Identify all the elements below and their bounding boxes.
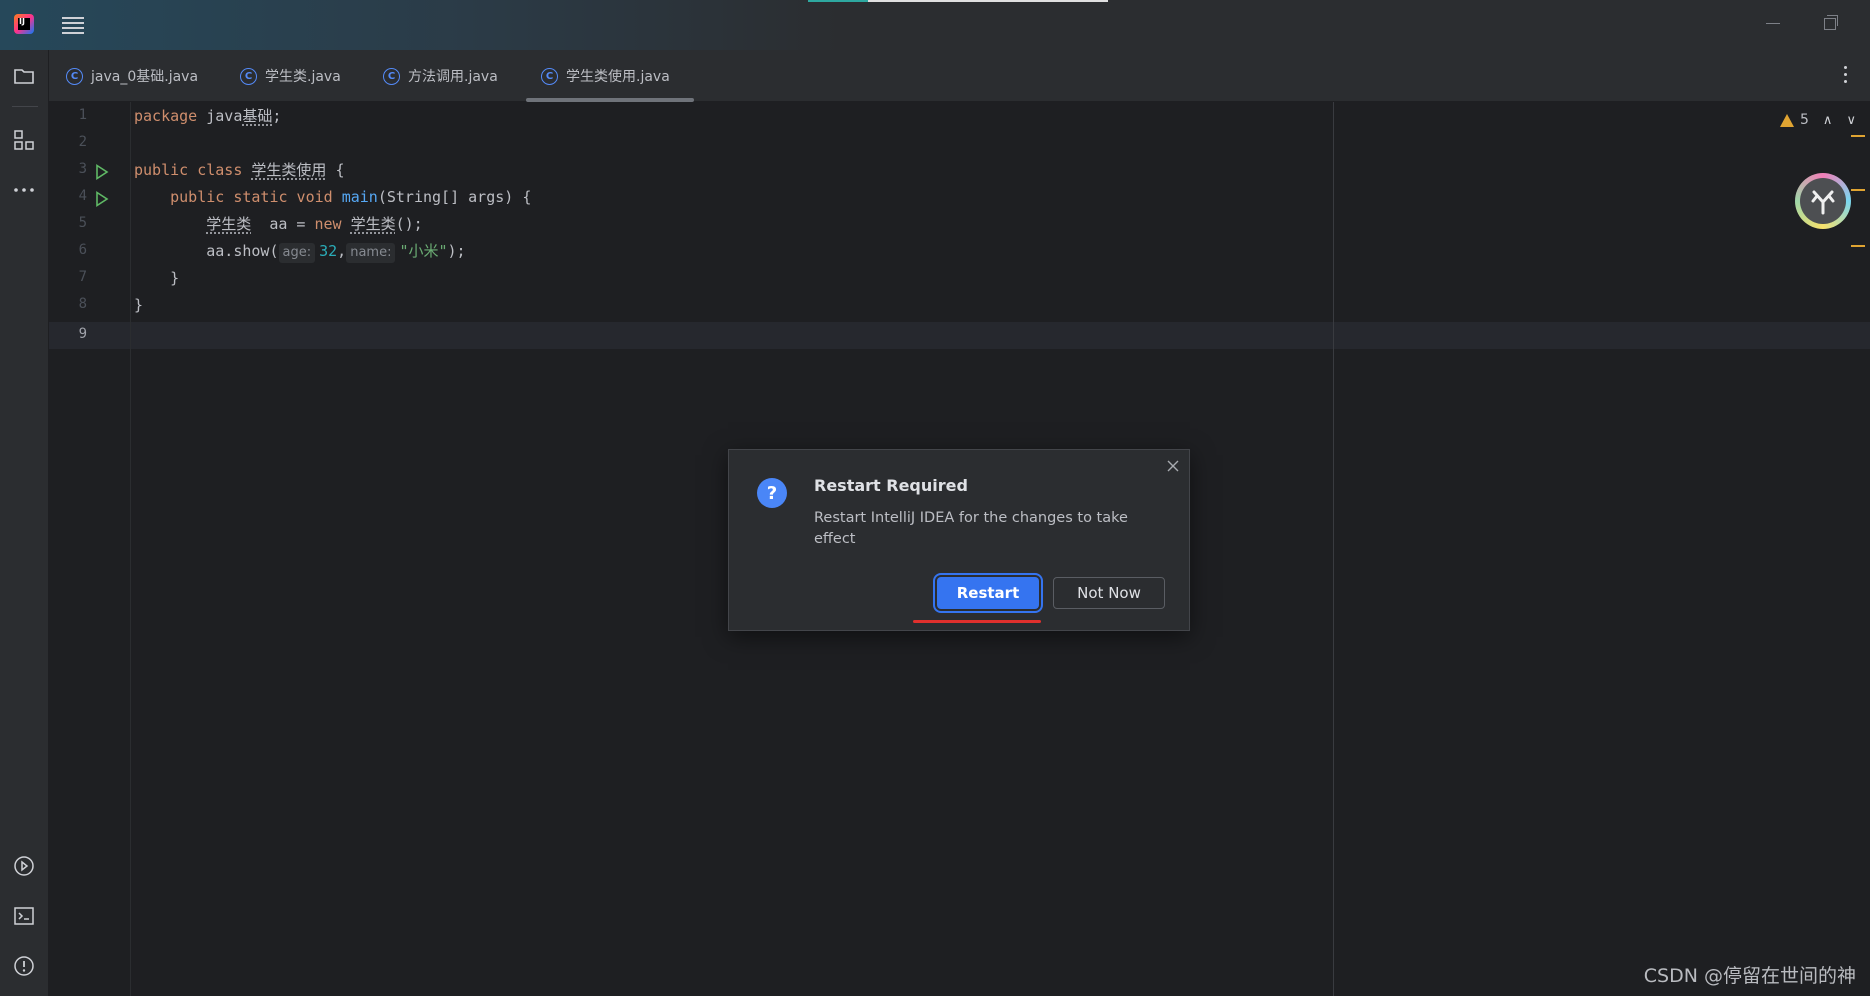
- method-call: aa.show(: [206, 242, 279, 260]
- parameter-hint: age:: [278, 243, 316, 263]
- warning-marker[interactable]: [1851, 245, 1865, 247]
- line-number: 6: [78, 242, 87, 258]
- call-end: ();: [395, 215, 423, 233]
- line-number: 7: [78, 269, 87, 285]
- tab-label: 方法调用.java: [408, 69, 498, 85]
- number-literal: 32: [319, 242, 338, 260]
- run-services-icon[interactable]: [12, 854, 36, 878]
- warning-count: 5: [1800, 112, 1809, 128]
- comma: ,: [337, 242, 347, 260]
- warning-icon: [1780, 113, 1794, 127]
- run-class-icon[interactable]: [95, 164, 109, 180]
- class-name: 学生类使用: [251, 161, 327, 179]
- plugin-avatar-icon[interactable]: [1795, 173, 1851, 229]
- package-name-cn: 基础: [242, 107, 273, 125]
- code-line-1: package java基础;: [134, 103, 281, 130]
- title-bar: IJ: [0, 0, 1870, 50]
- string-literal: "小米": [399, 242, 448, 260]
- next-highlight-icon[interactable]: ∨: [1846, 113, 1856, 128]
- tab-student-class[interactable]: C 学生类.java: [240, 50, 341, 102]
- class-icon: C: [240, 67, 257, 85]
- annotation-underline: [913, 620, 1041, 623]
- editor-tab-bar: C java_0基础.java C 学生类.java C 方法调用.java C…: [49, 50, 1870, 102]
- warning-marker[interactable]: [1851, 189, 1865, 191]
- keyword: public static void: [170, 188, 333, 206]
- code-line-7: }: [134, 265, 179, 292]
- code-line-3: public class 学生类使用 {: [134, 157, 344, 184]
- keyword: public class: [134, 161, 243, 179]
- warning-marker[interactable]: [1851, 135, 1865, 137]
- inspection-widget[interactable]: 5 ∧ ∨: [1780, 112, 1856, 128]
- structure-icon[interactable]: [12, 128, 36, 152]
- method-params: (String[] args) {: [377, 188, 532, 206]
- dialog-title: Restart Required: [814, 476, 968, 495]
- main-menu-icon[interactable]: [62, 14, 84, 34]
- code-line-8: }: [134, 292, 143, 319]
- method-name: main: [341, 188, 378, 206]
- tab-options-icon[interactable]: [1844, 66, 1848, 86]
- tab-label: java_0基础.java: [91, 69, 199, 85]
- tab-method-call[interactable]: C 方法调用.java: [383, 50, 498, 102]
- intellij-logo-icon[interactable]: IJ: [14, 14, 34, 34]
- code-line-5: 学生类 aa = new 学生类();: [134, 211, 423, 238]
- line-number: 4: [78, 188, 87, 204]
- tab-student-class-usage[interactable]: C 学生类使用.java: [526, 50, 694, 102]
- problems-icon[interactable]: [12, 954, 36, 978]
- dialog-message: Restart IntelliJ IDEA for the changes to…: [814, 510, 1128, 547]
- restart-button[interactable]: Restart: [937, 577, 1039, 609]
- progress-strip-fill: [808, 0, 868, 2]
- line-number: 5: [78, 215, 87, 231]
- constructor-name: 学生类: [350, 215, 396, 233]
- watermark: CSDN @停留在世间的神: [1643, 965, 1856, 987]
- tab-java-0-basics[interactable]: C java_0基础.java: [66, 50, 198, 102]
- more-tools-icon[interactable]: [12, 178, 36, 202]
- brace: {: [335, 161, 345, 179]
- line-number: 8: [78, 296, 87, 312]
- editor-gutter: [49, 102, 131, 996]
- not-now-button[interactable]: Not Now: [1053, 577, 1165, 609]
- restore-window-icon[interactable]: [1824, 15, 1838, 30]
- type-name: 学生类: [206, 215, 252, 233]
- class-icon: C: [541, 67, 558, 85]
- line-number-current: 9: [78, 326, 87, 342]
- variable-assign: aa =: [251, 215, 315, 233]
- code-line-6: aa.show(age: 32, name: "小米");: [134, 238, 466, 265]
- code-line-4: public static void main(String[] args) {: [134, 184, 531, 211]
- keyword: new: [314, 215, 342, 233]
- minimize-icon[interactable]: [1766, 16, 1780, 30]
- brace: }: [134, 296, 144, 314]
- current-line-highlight: [49, 322, 1870, 349]
- keyword: package: [134, 107, 198, 125]
- tool-separator: [12, 106, 38, 107]
- brace: }: [170, 269, 180, 287]
- tab-label: 学生类.java: [265, 69, 341, 85]
- close-icon[interactable]: [1165, 458, 1181, 474]
- package-name: java: [206, 107, 243, 125]
- semicolon: ;: [272, 107, 282, 125]
- parameter-hint: name:: [346, 243, 396, 263]
- class-icon: C: [383, 67, 400, 85]
- tool-window-strip: [0, 50, 49, 996]
- class-icon: C: [66, 67, 83, 85]
- folder-icon[interactable]: [12, 64, 36, 88]
- right-margin-guide: [1333, 102, 1334, 996]
- run-main-icon[interactable]: [95, 191, 109, 207]
- line-number: 3: [78, 161, 87, 177]
- question-icon: ?: [757, 478, 787, 508]
- restart-required-dialog: ? Restart Required Restart IntelliJ IDEA…: [728, 449, 1190, 631]
- line-number: 1: [78, 107, 87, 123]
- call-end: );: [447, 242, 466, 260]
- previous-highlight-icon[interactable]: ∧: [1823, 113, 1833, 128]
- line-number: 2: [78, 134, 87, 150]
- terminal-icon[interactable]: [12, 904, 36, 928]
- tab-label: 学生类使用.java: [566, 69, 670, 85]
